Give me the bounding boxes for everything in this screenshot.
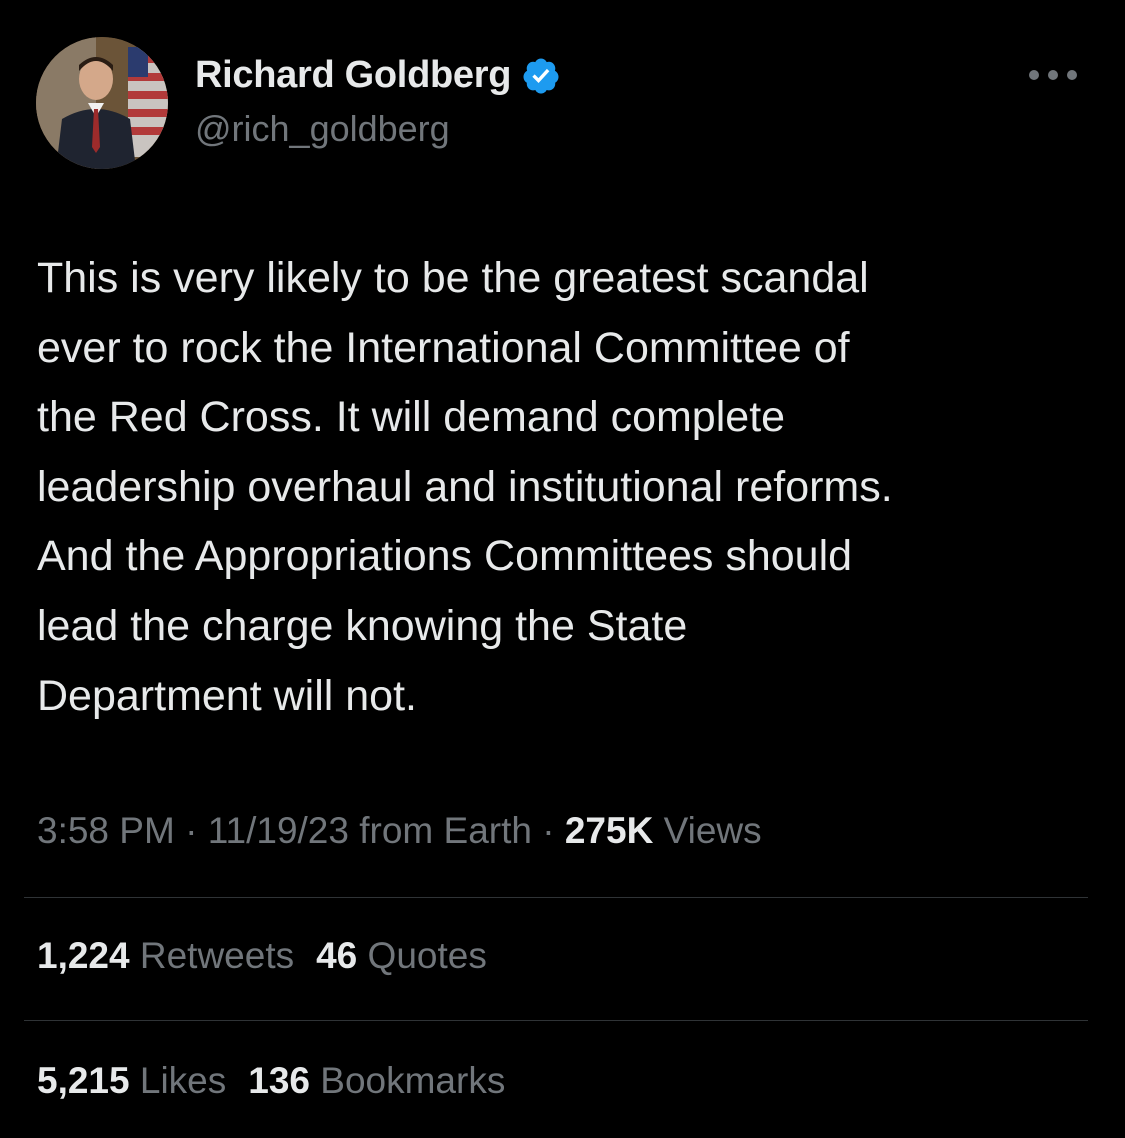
tweet-text: This is very likely to be the greatest s…	[37, 244, 1097, 731]
tweet-date[interactable]: 11/19/23	[208, 810, 349, 851]
quotes-stat[interactable]: 46 Quotes	[316, 935, 487, 976]
tweet-text-line: the Red Cross. It will demand complete	[37, 393, 786, 442]
views-count: 275K	[564, 810, 654, 851]
tweet-detail: Richard Goldberg @rich_goldberg This is …	[0, 0, 1125, 1138]
views-label: Views	[663, 810, 762, 851]
likes-count: 5,215	[37, 1060, 130, 1101]
meta-separator: ·	[174, 810, 208, 851]
avatar-photo	[36, 37, 168, 169]
retweets-count: 1,224	[37, 935, 130, 976]
tweet-text-line: ever to rock the International Committee…	[37, 323, 850, 372]
tweet-text-line: lead the charge knowing the State	[37, 601, 688, 650]
engagement-row-reactions: 5,215 Likes 136 Bookmarks	[37, 1060, 505, 1102]
tweet-time[interactable]: 3:58 PM	[37, 810, 175, 851]
more-options-button[interactable]	[1020, 60, 1086, 90]
tweet-text-line: This is very likely to be the greatest s…	[37, 254, 869, 302]
likes-label: Likes	[139, 1060, 227, 1101]
verified-badge-icon	[523, 58, 559, 93]
retweets-stat[interactable]: 1,224 Retweets	[37, 935, 294, 976]
meta-separator: ·	[531, 810, 565, 851]
author-name-row: Richard Goldberg	[195, 54, 561, 97]
more-horizontal-icon	[1029, 70, 1077, 80]
bookmarks-label: Bookmarks	[320, 1060, 506, 1101]
quotes-count: 46	[316, 935, 358, 976]
likes-stat[interactable]: 5,215 Likes	[37, 1060, 226, 1101]
divider	[24, 1020, 1088, 1021]
retweets-label: Retweets	[139, 935, 295, 976]
bookmarks-count: 136	[248, 1060, 310, 1101]
tweet-source: from Earth	[359, 810, 532, 851]
author-handle[interactable]: @rich_goldberg	[195, 108, 450, 150]
tweet-metadata: 3:58 PM · 11/19/23 from Earth · 275K Vie…	[37, 810, 762, 852]
quotes-label: Quotes	[367, 935, 487, 976]
divider	[24, 897, 1088, 898]
avatar[interactable]	[36, 37, 168, 169]
engagement-row-shares: 1,224 Retweets 46 Quotes	[37, 935, 487, 977]
tweet-text-line: leadership overhaul and institutional re…	[37, 462, 893, 511]
bookmarks-stat[interactable]: 136 Bookmarks	[248, 1060, 505, 1101]
author-name[interactable]: Richard Goldberg	[195, 54, 511, 97]
tweet-text-line: Department will not.	[37, 671, 417, 720]
tweet-text-line: And the Appropriations Committees should	[37, 532, 853, 581]
